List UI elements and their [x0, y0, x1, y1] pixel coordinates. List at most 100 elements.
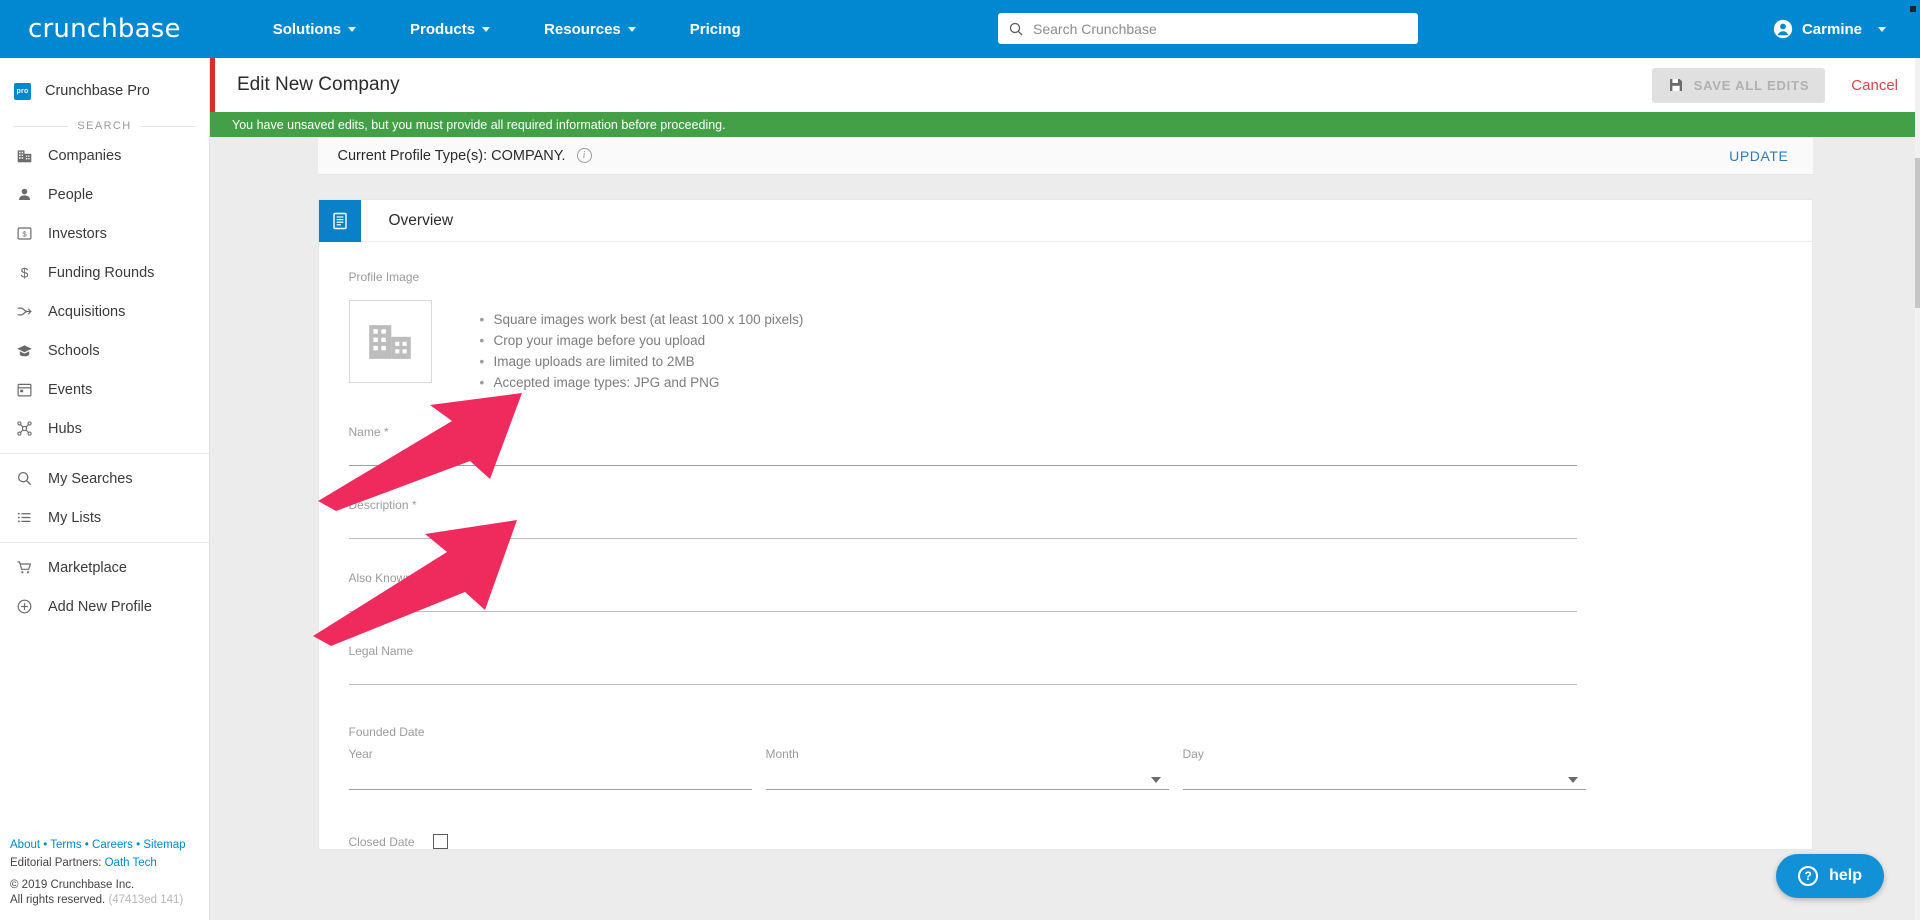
sidebar-item-schools[interactable]: Schools: [0, 331, 209, 370]
cancel-button[interactable]: Cancel: [1851, 77, 1898, 94]
founded-year-column: Year: [348, 745, 752, 790]
tip-item: Square images work best (at least 100 x …: [480, 309, 804, 330]
sidebar-section-search: SEARCH: [14, 120, 195, 132]
dollar-icon: $: [14, 263, 34, 283]
profile-type-bar: Current Profile Type(s): COMPANY. i UPDA…: [317, 137, 1813, 175]
closed-date-label: Closed Date: [348, 834, 415, 849]
unsaved-edits-alert: You have unsaved edits, but you must pro…: [210, 112, 1920, 137]
overview-form: Profile Image • Square images work best …: [319, 242, 1812, 849]
tip-item: Crop your image before you upload: [480, 330, 804, 351]
page-scrollbar-thumb[interactable]: [1915, 158, 1920, 308]
sidebar-item-marketplace[interactable]: Marketplace: [0, 548, 209, 587]
profile-image-upload[interactable]: [348, 300, 432, 383]
search-bar[interactable]: Search Crunchbase: [998, 13, 1418, 44]
nav-link-pricing[interactable]: Pricing: [690, 21, 741, 38]
founded-day-label: Day: [1182, 747, 1204, 761]
footer-separator: •: [40, 839, 51, 851]
sidebar-item-companies[interactable]: Companies: [0, 136, 209, 175]
sidebar-item-events[interactable]: Events: [0, 370, 209, 409]
nav-link-solutions[interactable]: Solutions: [272, 20, 357, 38]
founded-date-group: Founded Date Year Month Day: [348, 723, 1782, 790]
also-known-as-field-group: Also Known As: [348, 571, 1782, 612]
sidebar-item-events-label: Events: [48, 381, 93, 398]
sidebar-item-hubs[interactable]: Hubs: [0, 409, 209, 448]
editorial-partner-link[interactable]: Oath Tech: [105, 857, 157, 869]
description-input[interactable]: [348, 538, 1577, 539]
description-field-group: Description *: [348, 498, 1782, 539]
user-account-menu[interactable]: Carmine: [1773, 0, 1886, 58]
sidebar-item-investors[interactable]: $ Investors: [0, 214, 209, 253]
user-name-label: Carmine: [1801, 20, 1862, 38]
sidebar-item-funding-rounds-label: Funding Rounds: [48, 264, 155, 281]
nav-link-resources-label: Resources: [544, 20, 621, 38]
main-content: Edit New Company SAVE ALL EDITS Cancel Y…: [210, 58, 1920, 920]
overview-section-header: Overview: [318, 199, 1812, 242]
founded-date-label: Founded Date: [348, 725, 425, 739]
search-icon: [14, 469, 34, 489]
update-profile-type-button[interactable]: UPDATE: [1729, 148, 1788, 164]
sidebar-item-acquisitions[interactable]: Acquisitions: [0, 292, 209, 331]
chevron-down-icon: [348, 26, 357, 32]
save-all-edits-button[interactable]: SAVE ALL EDITS: [1651, 67, 1826, 103]
legal-name-field-group: Legal Name: [348, 644, 1782, 685]
unsaved-edits-alert-text: You have unsaved edits, but you must pro…: [232, 117, 726, 132]
description-field-label: Description *: [348, 498, 417, 512]
name-input[interactable]: [348, 465, 1577, 466]
sidebar-divider: [0, 542, 209, 543]
editorial-partners: Editorial Partners: Oath Tech: [10, 857, 205, 869]
closed-date-checkbox[interactable]: [432, 834, 448, 849]
founded-month-select[interactable]: [765, 789, 1169, 790]
footer-separator: •: [132, 839, 144, 851]
sidebar-item-crunchbase-pro-label: Crunchbase Pro: [45, 83, 150, 99]
nav-link-resources[interactable]: Resources: [544, 21, 636, 38]
copyright-line: © 2019 Crunchbase Inc.: [10, 879, 135, 891]
crunchbase-logo[interactable]: crunchbase: [28, 14, 181, 44]
page-scrollbar-track[interactable]: [1915, 58, 1920, 920]
closed-date-row: Closed Date: [349, 834, 1782, 849]
sidebar-item-companies-label: Companies: [48, 147, 122, 164]
sidebar-item-hubs-label: Hubs: [48, 420, 82, 437]
footer-link-careers[interactable]: Careers: [92, 839, 133, 851]
editorial-partners-label: Editorial Partners:: [10, 857, 105, 869]
info-icon[interactable]: i: [576, 148, 592, 163]
help-button[interactable]: ? help: [1776, 854, 1884, 898]
founded-month-column: Month: [765, 745, 1169, 790]
sidebar-item-add-new-profile[interactable]: Add New Profile: [0, 587, 209, 626]
sidebar-item-my-searches-label: My Searches: [48, 470, 133, 487]
graduation-cap-icon: [14, 341, 34, 361]
form-scroll-area[interactable]: Current Profile Type(s): COMPANY. i UPDA…: [210, 137, 1920, 920]
overview-section: Overview Profile Image • Square images w…: [317, 199, 1813, 850]
tip-item: Image uploads are limited to 2MB: [480, 351, 804, 372]
founded-year-input[interactable]: [348, 789, 752, 790]
nav-link-solutions-label: Solutions: [272, 20, 342, 38]
sidebar-item-my-searches[interactable]: My Searches: [0, 459, 209, 498]
revision-hash: (47413ed 141): [108, 894, 184, 906]
legal-name-input[interactable]: [348, 684, 1577, 685]
name-field-label: Name *: [348, 425, 389, 439]
sidebar: pro Crunchbase Pro SEARCH Companies Peop…: [0, 58, 210, 920]
sidebar-item-my-lists[interactable]: My Lists: [0, 498, 209, 537]
also-known-as-input[interactable]: [348, 611, 1577, 612]
nav-link-products[interactable]: Products: [410, 21, 491, 38]
rights-line: All rights reserved.: [10, 894, 106, 906]
pro-badge-icon: pro: [14, 82, 31, 100]
profile-image-group: Profile Image • Square images work best …: [348, 268, 1782, 393]
footer-links: About • Terms • Careers • Sitemap: [10, 839, 205, 851]
sidebar-item-funding-rounds[interactable]: $ Funding Rounds: [0, 253, 209, 292]
footer-link-sitemap[interactable]: Sitemap: [143, 839, 185, 851]
sidebar-item-people[interactable]: People: [0, 175, 209, 214]
profile-image-row: Square images work best (at least 100 x …: [348, 300, 1782, 393]
chevron-down-icon: [1878, 26, 1886, 32]
chevron-down-icon[interactable]: [1567, 777, 1578, 783]
sidebar-item-crunchbase-pro[interactable]: pro Crunchbase Pro: [0, 68, 209, 114]
sidebar-footer: About • Terms • Careers • Sitemap Editor…: [10, 839, 205, 908]
chevron-down-icon[interactable]: [1150, 777, 1161, 783]
sidebar-item-add-new-profile-label: Add New Profile: [48, 598, 152, 615]
footer-link-about[interactable]: About: [10, 839, 40, 851]
sidebar-divider: [0, 453, 209, 454]
also-known-as-field-label: Also Known As: [348, 571, 429, 585]
footer-link-terms[interactable]: Terms: [50, 839, 81, 851]
help-button-label: help: [1829, 867, 1862, 884]
arrow-merge-icon: [14, 302, 34, 322]
founded-day-select[interactable]: [1182, 789, 1586, 790]
